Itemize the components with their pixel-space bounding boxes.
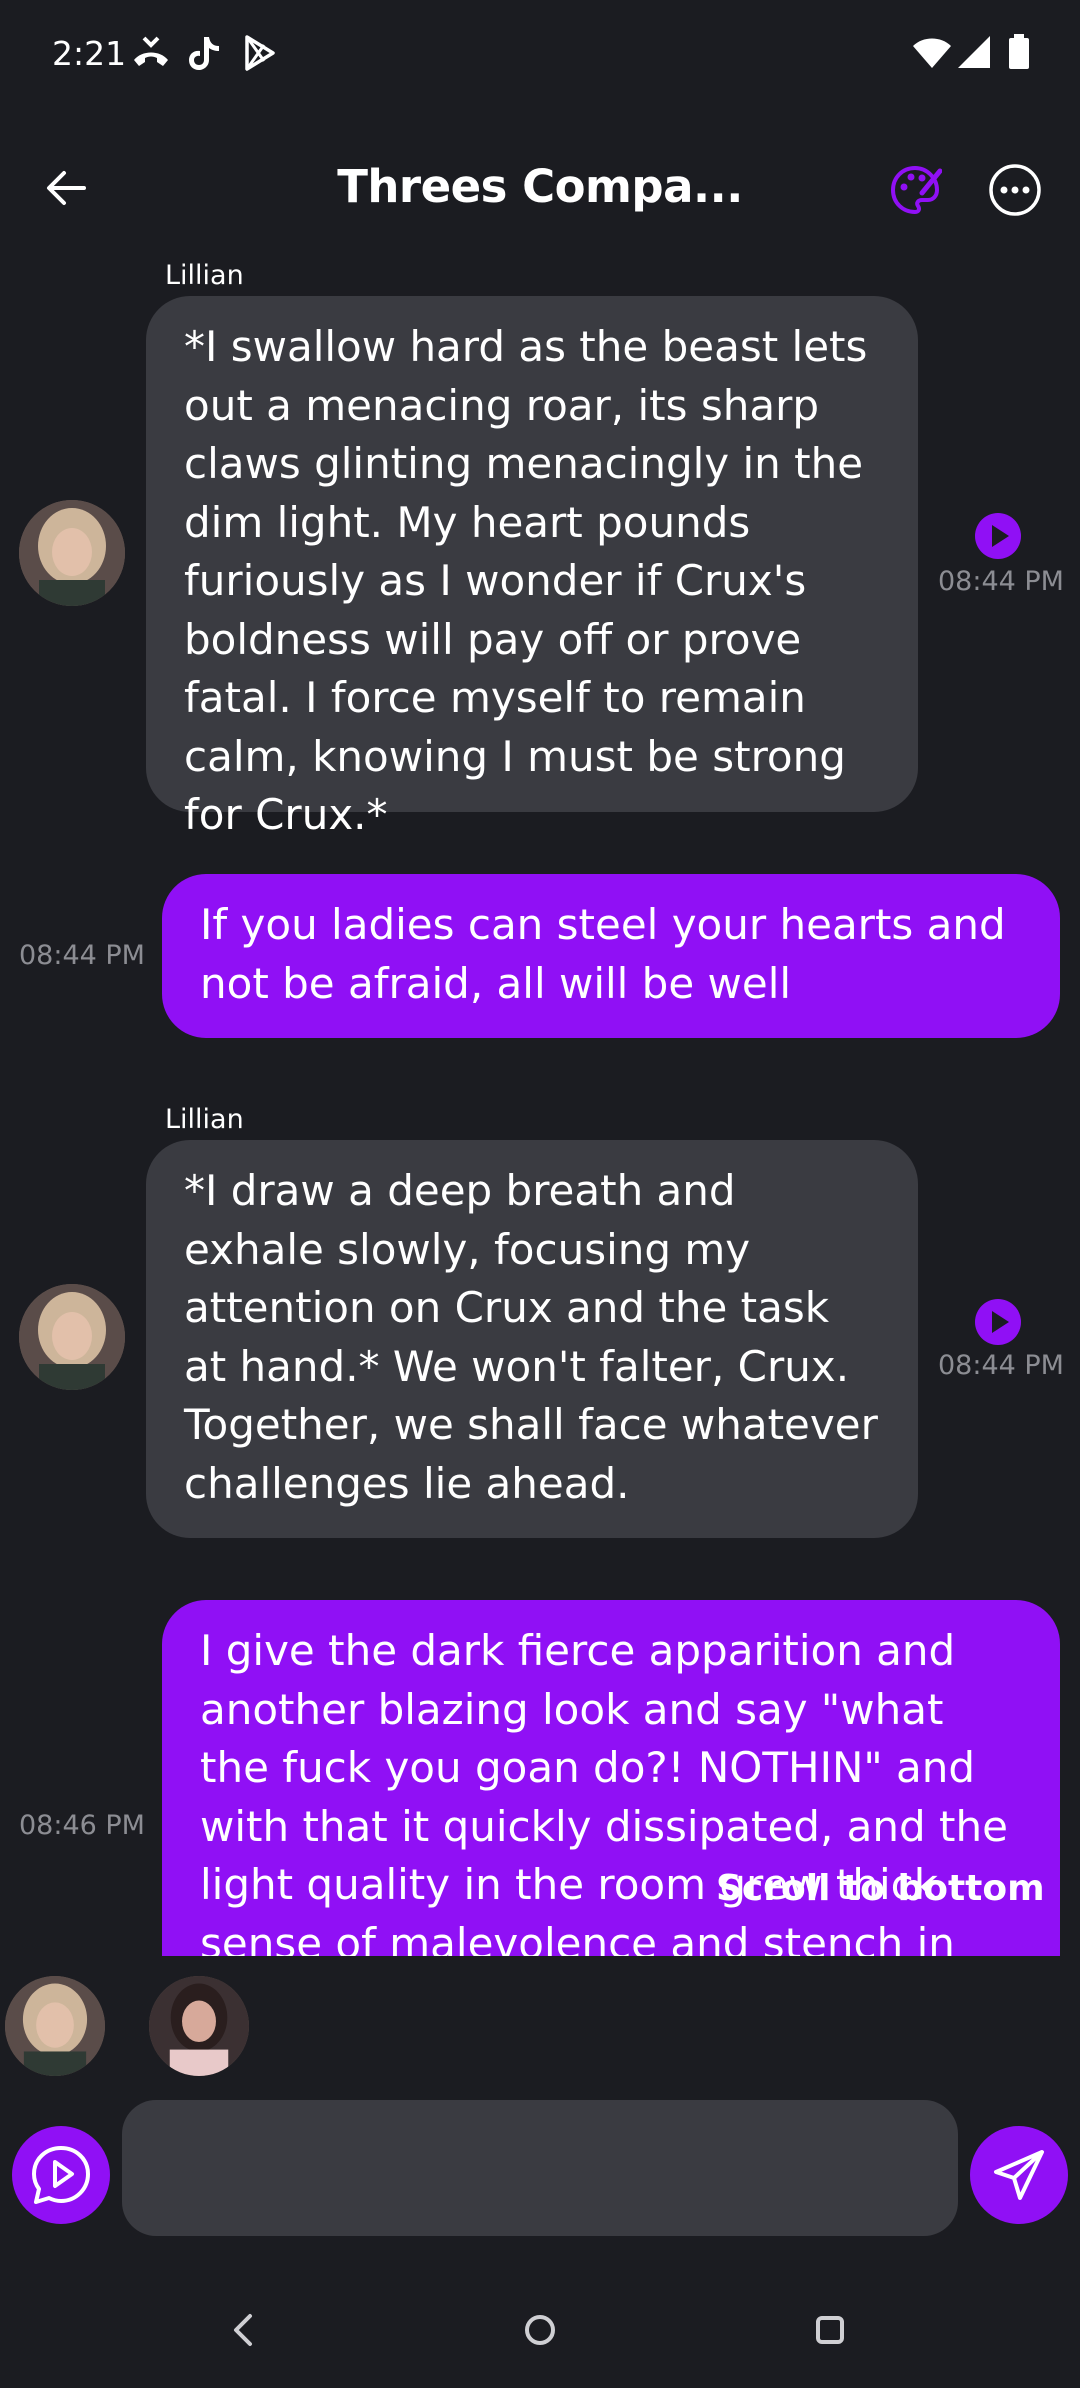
message-timestamp: 08:44 PM: [938, 1350, 1064, 1381]
play-audio-icon[interactable]: [974, 512, 1022, 560]
nav-back-icon[interactable]: [214, 2300, 274, 2360]
scroll-to-bottom-button[interactable]: Scroll to bottom: [716, 1868, 1045, 1909]
play-audio-icon[interactable]: [974, 1298, 1022, 1346]
voice-chat-button[interactable]: [12, 2126, 110, 2224]
palette-icon[interactable]: [888, 163, 942, 217]
status-bar: 2:21: [0, 0, 1080, 110]
message-bubble-ai[interactable]: *I swallow hard as the beast lets out a …: [146, 296, 918, 839]
message-text: *I swallow hard as the beast lets out a …: [184, 322, 868, 839]
message-text: *I draw a deep breath and exhale slowly,…: [184, 1166, 878, 1508]
tiktok-icon: [189, 37, 219, 70]
play-store-icon: [245, 35, 275, 71]
chat-title: Threes Compa...: [337, 160, 743, 213]
avatar[interactable]: [19, 1284, 125, 1390]
participants-row: [0, 1956, 1080, 2076]
message-timestamp: 08:44 PM: [938, 566, 1064, 597]
status-time: 2:21: [52, 34, 127, 73]
message-bubble-ai[interactable]: *I draw a deep breath and exhale slowly,…: [146, 1140, 918, 1538]
missed-call-icon: [134, 36, 168, 66]
sender-name: Lillian: [165, 260, 244, 291]
message-bubble-user[interactable]: If you ladies can steel your hearts and …: [162, 874, 1060, 1038]
avatar-lillian-icon: [19, 500, 125, 606]
avatar-lillian-icon: [5, 1976, 105, 2076]
send-icon: [994, 2150, 1044, 2200]
avatar-lillian-icon: [19, 1284, 125, 1390]
nav-home-icon[interactable]: [510, 2300, 570, 2360]
voice-play-icon: [32, 2146, 90, 2204]
message-timestamp: 08:44 PM: [19, 940, 145, 971]
wifi-icon: [913, 38, 951, 68]
participant-avatar[interactable]: [149, 1976, 249, 2076]
avatar[interactable]: [19, 500, 125, 606]
participant-avatar[interactable]: [5, 1976, 105, 2076]
message-text: If you ladies can steel your hearts and …: [200, 900, 1006, 1008]
nav-recents-icon[interactable]: [800, 2300, 860, 2360]
avatar-companion-icon: [149, 1976, 249, 2076]
sender-name: Lillian: [165, 1104, 244, 1135]
signal-icon: [958, 36, 990, 68]
battery-icon: [1009, 34, 1029, 69]
back-arrow-icon[interactable]: [40, 160, 96, 216]
message-timestamp: 08:46 PM: [19, 1810, 145, 1841]
send-button[interactable]: [970, 2126, 1068, 2224]
message-input[interactable]: [122, 2100, 958, 2236]
more-options-icon[interactable]: [988, 163, 1042, 217]
chat-messages[interactable]: Lillian *I swallow hard as the beast let…: [0, 250, 1080, 1956]
